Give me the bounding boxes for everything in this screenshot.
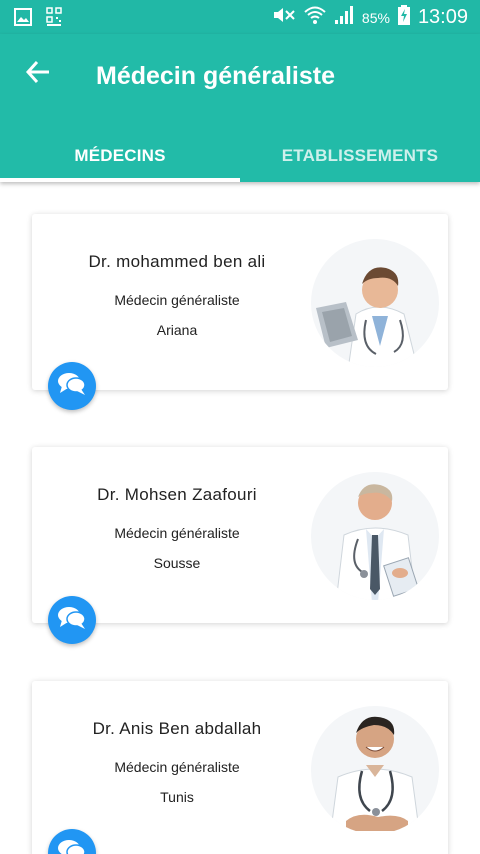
clock: 13:09	[417, 6, 468, 28]
chat-button[interactable]	[48, 596, 96, 644]
doctor-city: Tunis	[160, 789, 194, 805]
mute-icon	[272, 5, 296, 30]
page-title: Médecin généraliste	[96, 62, 335, 90]
doctor-specialty: Médecin généraliste	[114, 759, 240, 775]
doctor-photo	[308, 236, 442, 370]
doctor-photo	[308, 703, 442, 837]
tab-etablissements[interactable]: ETABLISSEMENTS	[240, 130, 480, 182]
doctor-city: Ariana	[156, 322, 198, 338]
wifi-icon	[304, 5, 326, 30]
tab-bar: MÉDECINS ETABLISSEMENTS	[0, 130, 480, 182]
image-icon	[14, 8, 32, 31]
signal-icon	[334, 5, 354, 30]
doctor-card[interactable]: Dr. Anis Ben abdallah Médecin généralist…	[32, 681, 448, 854]
status-bar: 85% 13:09	[0, 0, 480, 34]
chat-bubbles-icon	[57, 838, 87, 854]
tab-medecins[interactable]: MÉDECINS	[0, 130, 240, 182]
chat-bubbles-icon	[57, 605, 87, 636]
chat-button[interactable]	[48, 362, 96, 410]
doctor-card[interactable]: Dr. mohammed ben ali Médecin généraliste…	[32, 214, 448, 390]
chat-bubbles-icon	[57, 371, 87, 402]
battery-charging-icon	[397, 5, 410, 30]
doctor-card[interactable]: Dr. Mohsen Zaafouri Médecin généraliste …	[32, 447, 448, 623]
doctor-name: Dr. mohammed ben ali	[88, 252, 266, 271]
doctor-photo	[308, 469, 442, 603]
doctor-specialty: Médecin généraliste	[114, 525, 240, 541]
doctor-specialty: Médecin généraliste	[114, 292, 240, 308]
back-button[interactable]	[20, 56, 56, 92]
qr-icon	[46, 7, 62, 32]
doctor-name: Dr. Anis Ben abdallah	[92, 719, 262, 738]
arrow-left-icon	[25, 59, 51, 90]
tab-indicator	[0, 178, 240, 182]
app-bar: Médecin généraliste MÉDECINS ETABLISSEME…	[0, 34, 480, 182]
doctor-name: Dr. Mohsen Zaafouri	[97, 485, 257, 504]
battery-percent: 85%	[361, 9, 390, 26]
doctor-city: Sousse	[153, 555, 201, 571]
